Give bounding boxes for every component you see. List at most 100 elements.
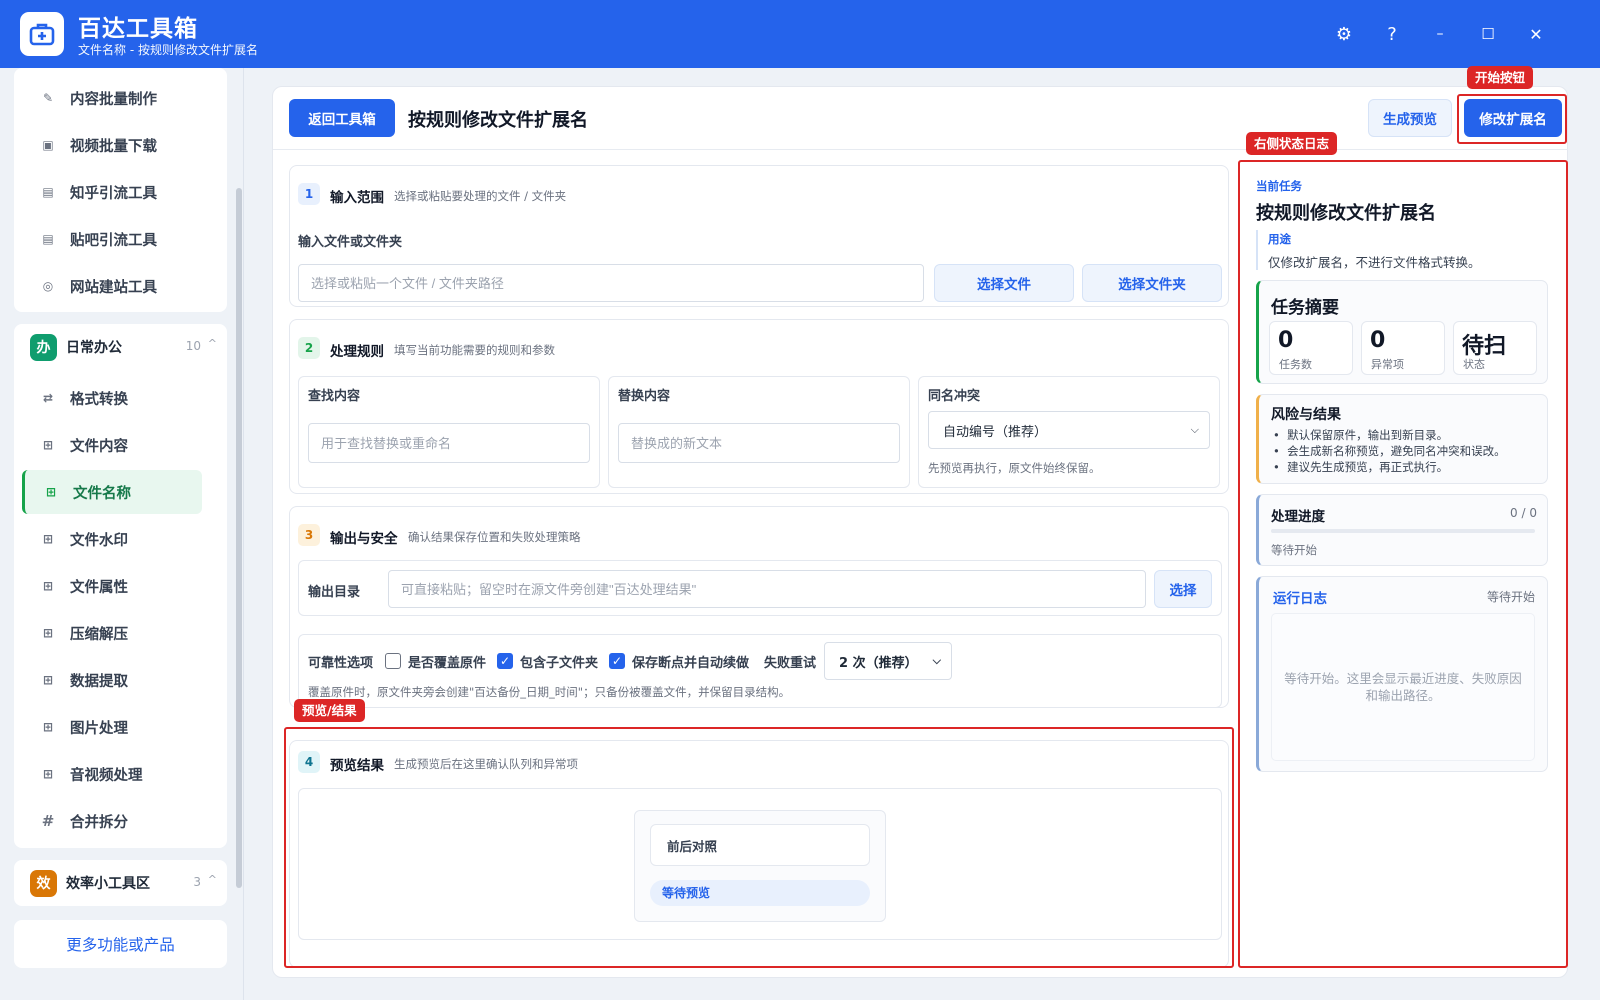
video-icon: ▣ (42, 138, 54, 152)
toolbox-logo-icon (20, 12, 64, 56)
swap-icon: ⇄ (42, 391, 54, 405)
output-dir-input[interactable] (388, 570, 1146, 608)
field-label: 输入文件或文件夹 (298, 235, 403, 250)
sidebar-item-file-name[interactable]: ⊞ 文件名称 (22, 470, 202, 514)
more-products-link[interactable]: 更多功能或产品 (14, 920, 227, 968)
settings-gear-icon[interactable]: ⚙ (1330, 20, 1358, 48)
log-status: 等待开始 (1486, 590, 1535, 604)
stat-value: 0 (1370, 328, 1386, 353)
sidebar-item-site-builder[interactable]: ◎ 网站建站工具 (22, 264, 202, 308)
sidebar-item-label: 音视频处理 (70, 767, 143, 784)
sidebar-item-label: 文件名称 (73, 485, 131, 502)
modify-extension-button[interactable]: 修改扩展名 (1464, 99, 1562, 137)
help-icon[interactable]: ? (1378, 20, 1406, 48)
grid-icon: ⊞ (42, 626, 54, 640)
sidebar-item-zhihu-tool[interactable]: ▤ 知乎引流工具 (22, 170, 202, 214)
sidebar-item-content-batch[interactable]: ✎ 内容批量制作 (22, 76, 202, 120)
section-description: 确认结果保存位置和失败处理策略 (408, 530, 581, 544)
sidebar-item-label: 内容批量制作 (70, 91, 157, 108)
group-name: 效率小工具区 (66, 876, 150, 892)
subfolder-label: 包含子文件夹 (520, 656, 599, 671)
group-header-office[interactable]: 办 日常办公 10 ^ (14, 324, 227, 370)
preview-tag: 预览/结果 (294, 699, 365, 722)
choose-file-button[interactable]: 选择文件 (934, 264, 1074, 302)
find-input[interactable] (308, 423, 590, 463)
grid-icon: ⊞ (42, 438, 54, 452)
stat-label: 异常项 (1371, 358, 1404, 371)
sidebar-item-tieba-tool[interactable]: ▤ 贴吧引流工具 (22, 217, 202, 261)
maximize-button[interactable]: ☐ (1474, 20, 1502, 48)
sidebar-item-label: 文件属性 (70, 579, 128, 596)
sidebar-scrollbar[interactable] (236, 188, 242, 888)
usage-text: 仅修改扩展名，不进行文件格式转换。 (1268, 255, 1481, 270)
overwrite-checkbox[interactable] (385, 653, 401, 669)
sidebar-item-av-process[interactable]: ⊞ 音视频处理 (22, 752, 202, 796)
back-to-toolbox-button[interactable]: 返回工具箱 (289, 99, 395, 137)
section-description: 选择或粘贴要处理的文件 / 文件夹 (394, 189, 567, 203)
sidebar-item-file-attributes[interactable]: ⊞ 文件属性 (22, 564, 202, 608)
sidebar-item-label: 数据提取 (70, 673, 128, 690)
section-title: 输出与安全 (330, 531, 398, 547)
resume-checkbox[interactable]: ✓ (609, 653, 625, 669)
sidebar-item-file-content[interactable]: ⊞ 文件内容 (22, 423, 202, 467)
subfolder-checkbox[interactable]: ✓ (497, 653, 513, 669)
sidebar-item-label: 视频批量下载 (70, 138, 157, 155)
choose-folder-button[interactable]: 选择文件夹 (1082, 264, 1222, 302)
sidebar-item-merge-split[interactable]: # 合并拆分 (22, 799, 202, 843)
reliability-hint: 覆盖原件时，原文件夹旁会创建"百达备份_日期_时间"；只备份被覆盖文件，并保留目… (308, 685, 791, 699)
step-number: 2 (298, 337, 320, 359)
run-log-card: 运行日志 等待开始 等待开始。这里会显示最近进度、失败原因和输出路径。 (1256, 576, 1548, 772)
retry-select[interactable]: 2 次（推荐） ⌵ (824, 642, 952, 680)
globe-icon: ◎ (42, 279, 54, 293)
sidebar-item-label: 格式转换 (70, 391, 128, 408)
grid-icon: ⊞ (42, 673, 54, 687)
section-description: 生成预览后在这里确认队列和异常项 (394, 757, 578, 771)
status-badge: 等待预览 (650, 880, 870, 906)
stat-value: 0 (1278, 328, 1294, 353)
close-button[interactable]: ✕ (1522, 20, 1550, 48)
minimize-button[interactable]: – (1426, 20, 1454, 48)
log-output[interactable]: 等待开始。这里会显示最近进度、失败原因和输出路径。 (1271, 613, 1535, 761)
group-name: 日常办公 (66, 340, 122, 356)
conflict-select-value: 自动编号（推荐） (943, 424, 1048, 440)
group-header-efficiency[interactable]: 效 效率小工具区 3 ^ (14, 860, 227, 906)
header-divider (273, 149, 1568, 150)
grid-icon: ⊞ (42, 579, 54, 593)
stat-status: 待扫 状态 (1453, 321, 1537, 375)
conflict-hint: 先预览再执行，原文件始终保留。 (928, 461, 1101, 475)
generate-preview-button[interactable]: 生成预览 (1368, 99, 1452, 137)
efficiency-badge-icon: 效 (30, 869, 57, 897)
choose-output-button[interactable]: 选择 (1154, 570, 1212, 608)
replace-input[interactable] (618, 423, 900, 463)
stat-label: 状态 (1463, 358, 1485, 371)
stat-exception-count: 0 异常项 (1361, 321, 1445, 375)
conflict-select[interactable]: 自动编号（推荐） ⌵ (928, 411, 1210, 449)
input-path-field[interactable] (298, 264, 924, 302)
sidebar-item-compress[interactable]: ⊞ 压缩解压 (22, 611, 202, 655)
chevron-up-icon[interactable]: ^ (208, 337, 217, 350)
summary-title: 任务摘要 (1271, 298, 1339, 318)
overwrite-label: 是否覆盖原件 (408, 656, 487, 671)
section-description: 填写当前功能需要的规则和参数 (394, 343, 555, 357)
sidebar-item-video-download[interactable]: ▣ 视频批量下载 (22, 123, 202, 167)
before-after-label: 前后对照 (650, 824, 870, 866)
stat-task-count: 0 任务数 (1269, 321, 1353, 375)
usage-label: 用途 (1268, 232, 1291, 246)
chevron-up-icon[interactable]: ^ (208, 873, 217, 886)
sidebar-item-data-extract[interactable]: ⊞ 数据提取 (22, 658, 202, 702)
step-number: 4 (298, 751, 320, 773)
sidebar-item-label: 知乎引流工具 (70, 185, 157, 202)
sidebar-item-label: 网站建站工具 (70, 279, 157, 296)
progress-bar (1271, 529, 1535, 533)
sidebar-item-format-convert[interactable]: ⇄ 格式转换 (22, 376, 202, 420)
risk-item: • 默认保留原件，输出到新目录。 (1273, 428, 1449, 442)
reliability-label: 可靠性选项 (308, 656, 374, 671)
group-count: 3 (193, 875, 201, 889)
risk-card: 风险与结果 • 默认保留原件，输出到新目录。 • 会生成新名称预览，避免同名冲突… (1256, 394, 1548, 484)
sidebar-item-file-watermark[interactable]: ⊞ 文件水印 (22, 517, 202, 561)
zhihu-icon: ▤ (42, 185, 54, 199)
right-log-tag: 右侧状态日志 (1246, 132, 1338, 155)
grid-icon: ⊞ (45, 485, 57, 499)
step-number: 3 (298, 524, 320, 546)
sidebar-item-image-process[interactable]: ⊞ 图片处理 (22, 705, 202, 749)
